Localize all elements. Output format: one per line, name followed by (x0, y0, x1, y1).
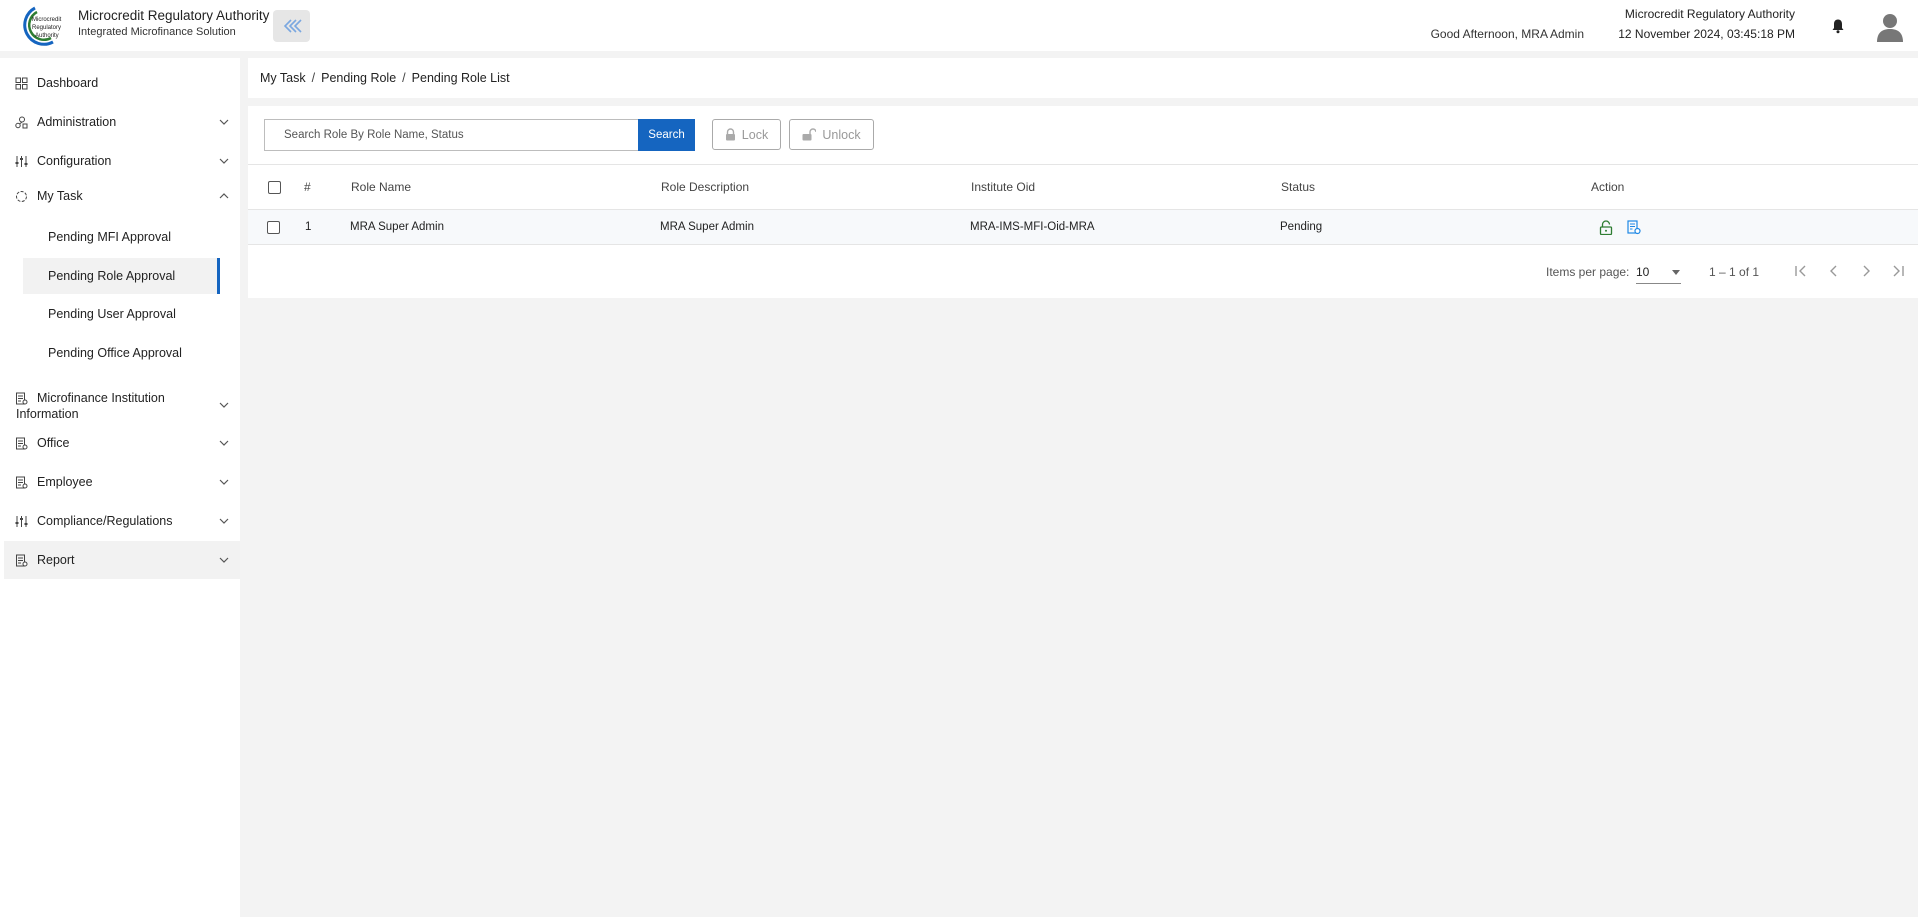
chevron-down-icon (219, 440, 229, 446)
dashboard-icon (15, 77, 28, 89)
sidebar: Dashboard Administration Configuration M… (0, 58, 240, 917)
sidebar-item-label: Microfinance Institution Information (16, 391, 165, 421)
chevron-down-icon (219, 402, 229, 408)
sidebar-item-dashboard[interactable]: Dashboard (4, 66, 240, 100)
sidebar-item-configuration[interactable]: Configuration (4, 144, 240, 178)
collapse-sidebar-button[interactable] (273, 10, 310, 42)
lock-button[interactable]: Lock (712, 119, 781, 150)
sidebar-item-label: Report (37, 553, 75, 567)
chevron-down-icon (219, 479, 229, 485)
user-avatar-icon[interactable] (1876, 12, 1904, 42)
column-header-index: # (304, 180, 311, 194)
task-icon (16, 190, 27, 202)
top-header: Microcredit Regulatory Authority Microcr… (0, 0, 1918, 51)
org-title: Microcredit Regulatory Authority (78, 8, 270, 23)
search-input[interactable] (264, 119, 638, 151)
items-per-page-label: Items per page: (1546, 264, 1630, 279)
row-role-description: MRA Super Admin (660, 221, 754, 233)
top-right-org-name: Microcredit Regulatory Authority (1624, 7, 1795, 21)
first-page-icon[interactable] (1793, 263, 1809, 279)
sidebar-item-label: Dashboard (37, 76, 99, 90)
table-row: 1 MRA Super Admin MRA Super Admin MRA-IM… (248, 210, 1918, 245)
sidebar-item-my-task[interactable]: My Task (4, 179, 240, 213)
column-header-role-name[interactable]: Role Name (351, 165, 411, 209)
sidebar-subitem-pending-user-approval[interactable]: Pending User Approval (23, 296, 220, 332)
row-status: Pending (1280, 221, 1323, 233)
sidebar-item-report[interactable]: Report (4, 541, 240, 579)
document-icon (16, 476, 28, 488)
table-header: # Role Name Role Description Institute O… (248, 164, 1918, 210)
breadcrumb-pending-role[interactable]: Pending Role (321, 71, 396, 85)
double-chevron-left-icon (283, 19, 302, 33)
breadcrumb-separator: / (402, 71, 406, 85)
pending-role-list-card: Search Lock Unlock # Role Name Role Desc… (248, 106, 1918, 298)
previous-page-icon[interactable] (1826, 263, 1842, 279)
sidebar-item-label: Configuration (37, 154, 112, 168)
sidebar-item-label: Administration (37, 115, 117, 129)
sidebar-item-employee[interactable]: Employee (4, 465, 240, 499)
mra-logo: Microcredit Regulatory Authority (23, 6, 62, 46)
chevron-down-icon (219, 518, 229, 524)
search-button[interactable]: Search (638, 119, 695, 151)
breadcrumb: My Task / Pending Role / Pending Role Li… (248, 58, 1918, 98)
svg-text:Regulatory: Regulatory (32, 25, 61, 31)
sidebar-item-label: Compliance/Regulations (37, 514, 173, 528)
sidebar-item-compliance-regulations[interactable]: Compliance/Regulations (4, 504, 240, 538)
dropdown-arrow-icon (1672, 270, 1680, 275)
svg-text:Authority: Authority (35, 33, 59, 39)
row-checkbox[interactable] (267, 220, 280, 234)
sidebar-item-label: Office (37, 436, 70, 450)
view-details-icon[interactable] (1627, 219, 1641, 235)
items-per-page-select[interactable]: 10 (1636, 260, 1681, 284)
sliders-icon (15, 515, 28, 527)
breadcrumb-separator: / (311, 71, 316, 85)
current-datetime: 12 November 2024, 03:45:18 PM (1618, 27, 1795, 41)
lock-icon (725, 128, 735, 141)
chevron-down-icon (219, 557, 229, 563)
sidebar-subitem-pending-mfi-approval[interactable]: Pending MFI Approval (23, 219, 220, 255)
unlock-button-label: Unlock (822, 127, 861, 142)
breadcrumb-my-task[interactable]: My Task (260, 71, 306, 85)
chevron-up-icon (219, 193, 229, 199)
row-institute-oid: MRA-IMS-MFI-Oid-MRA (970, 221, 1095, 233)
greeting-text: Good Afternoon, MRA Admin (1430, 27, 1584, 41)
column-header-action: Action (1591, 180, 1625, 194)
last-page-icon[interactable] (1890, 263, 1906, 279)
next-page-icon[interactable] (1858, 263, 1874, 279)
lock-button-label: Lock (741, 127, 769, 142)
column-header-status[interactable]: Status (1281, 165, 1315, 209)
sidebar-item-label: Employee (37, 475, 93, 489)
breadcrumb-pending-role-list: Pending Role List (411, 71, 510, 85)
row-index: 1 (305, 221, 312, 233)
select-all-checkbox[interactable] (268, 180, 281, 194)
sidebar-item-microfinance-institution-information[interactable]: Microfinance Institution Information (4, 386, 240, 424)
row-role-name: MRA Super Admin (350, 221, 444, 233)
sidebar-item-office[interactable]: Office (4, 426, 240, 460)
sidebar-subitem-pending-role-approval[interactable]: Pending Role Approval (23, 258, 220, 294)
column-header-role-description[interactable]: Role Description (661, 165, 749, 209)
admin-icon (15, 116, 28, 128)
document-icon (16, 437, 28, 449)
notification-bell-icon[interactable] (1830, 18, 1846, 34)
org-subtitle: Integrated Microfinance Solution (78, 26, 236, 38)
unlock-button[interactable]: Unlock (789, 119, 874, 150)
document-icon (16, 554, 28, 566)
sidebar-item-administration[interactable]: Administration (4, 105, 240, 139)
sidebar-subitem-pending-office-approval[interactable]: Pending Office Approval (23, 335, 220, 371)
svg-text:Microcredit: Microcredit (32, 17, 62, 23)
paginator: Items per page: 10 1 – 1 of 1 (248, 245, 1918, 298)
sliders-icon (15, 155, 28, 167)
page-range-label: 1 – 1 of 1 (1709, 264, 1760, 279)
chevron-down-icon (219, 158, 229, 164)
sidebar-item-label: My Task (37, 189, 83, 203)
unlock-role-icon[interactable] (1599, 219, 1613, 235)
column-header-institute-oid[interactable]: Institute Oid (971, 165, 1035, 209)
chevron-down-icon (219, 119, 229, 125)
items-per-page-value: 10 (1636, 264, 1650, 279)
unlock-icon (802, 128, 817, 141)
